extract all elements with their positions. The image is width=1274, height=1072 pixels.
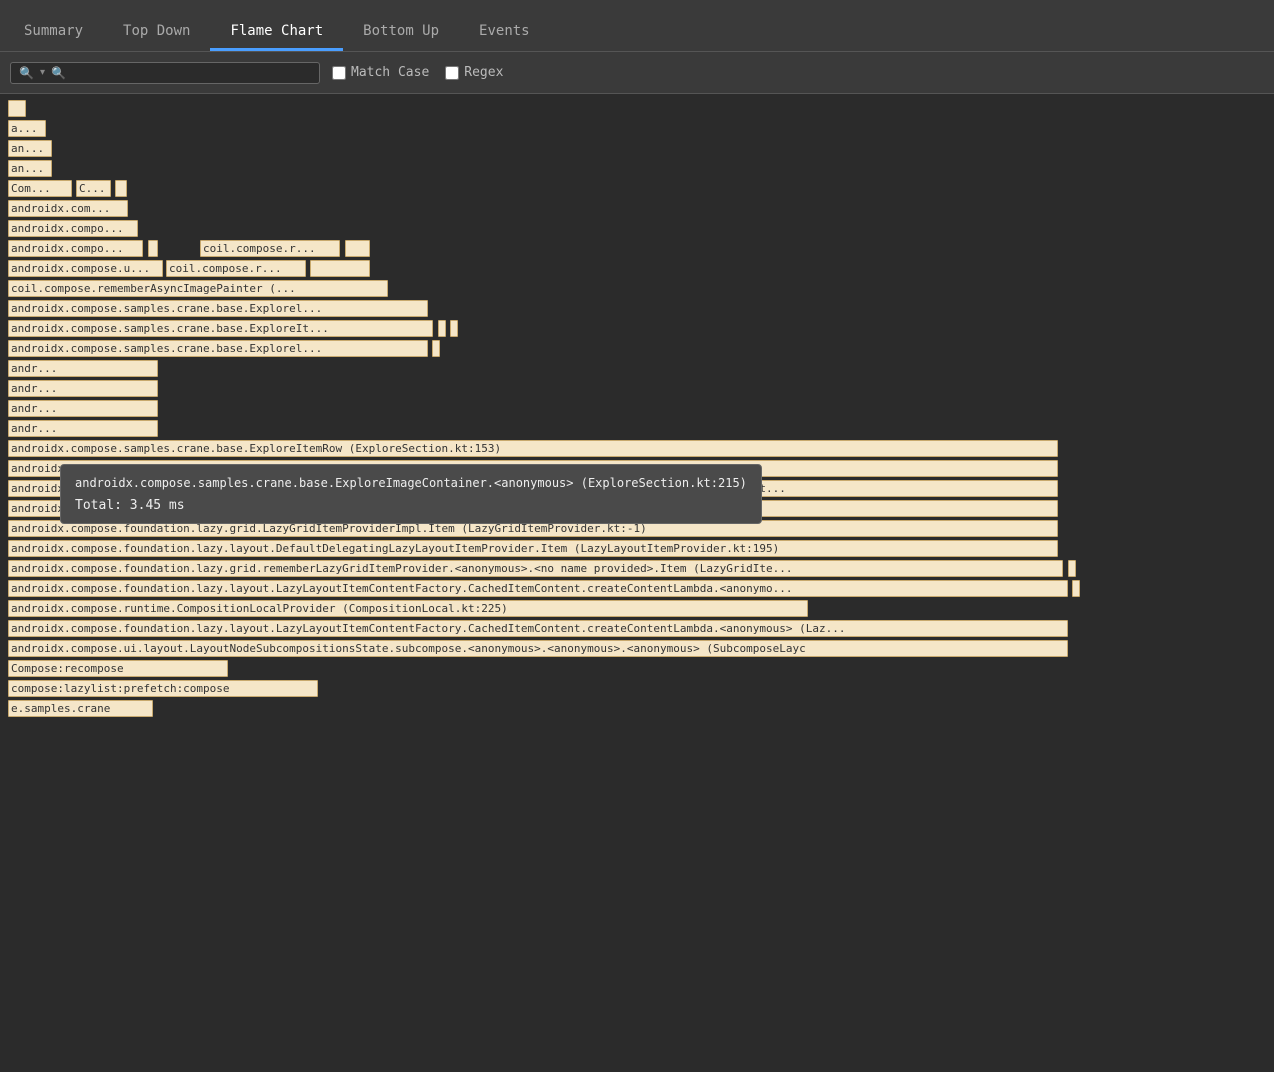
flame-row: andr... <box>0 400 1274 419</box>
flame-row: a... <box>0 120 1274 139</box>
flame-block[interactable]: e.samples.crane <box>8 700 153 717</box>
flame-block[interactable] <box>115 180 127 197</box>
search-input[interactable] <box>51 66 311 80</box>
flame-block[interactable]: androidx.compose.samples.crane.base.Expl… <box>8 320 433 337</box>
flame-block[interactable]: coil.compose.r... <box>200 240 340 257</box>
flame-block[interactable]: androidx.compose.foundation.lazy.grid.it… <box>8 460 1058 477</box>
flame-row: androidx.compose.samples.crane.base.Expl… <box>0 300 1274 319</box>
tab-top-down[interactable]: Top Down <box>103 13 210 51</box>
flame-row: androidx.compose.foundation.lazy.layout.… <box>0 580 1274 599</box>
flame-block[interactable]: androidx.compo... <box>8 220 138 237</box>
flame-block[interactable]: androidx.compose.runtime.CompositionLoca… <box>8 600 808 617</box>
regex-option[interactable]: Regex <box>445 65 503 80</box>
regex-label: Regex <box>464 65 503 80</box>
tab-flame-chart[interactable]: Flame Chart <box>210 13 343 51</box>
search-icon: 🔍 <box>19 66 34 80</box>
flame-row: androidx.compose.ui.layout.LayoutNodeSub… <box>0 640 1274 659</box>
flame-block[interactable]: coil.compose.rememberAsyncImagePainter (… <box>8 280 388 297</box>
flame-block[interactable]: an... <box>8 160 52 177</box>
flame-block[interactable]: androidx.compose.u... <box>8 260 163 277</box>
flame-block[interactable] <box>1068 560 1076 577</box>
flame-row: androidx.compose.foundation.lazy.layout.… <box>0 620 1274 639</box>
flame-row: androidx.compose.foundation.lazy.grid.La… <box>0 520 1274 539</box>
search-input-wrap: 🔍 ▾ <box>10 62 320 84</box>
flame-row: androidx.compose.samples.crane.base.Expl… <box>0 340 1274 359</box>
flame-row: androidx.com... <box>0 200 1274 219</box>
flame-row: Com...C... <box>0 180 1274 199</box>
flame-block[interactable]: androidx.compose.foundation.lazy.grid.La… <box>8 520 1058 537</box>
flame-row: an... <box>0 160 1274 179</box>
flame-block[interactable]: andr... <box>8 380 158 397</box>
flame-block[interactable]: androidx.compose.samples.crane.base.Expl… <box>8 440 1058 457</box>
flame-block[interactable]: compose:lazylist:prefetch:compose <box>8 680 318 697</box>
tabs-bar: Summary Top Down Flame Chart Bottom Up E… <box>0 0 1274 52</box>
tab-bottom-up[interactable]: Bottom Up <box>343 13 459 51</box>
flame-block[interactable] <box>1072 580 1080 597</box>
flame-row: androidx.compose.samples.crane.base.Expl… <box>0 320 1274 339</box>
flame-row: Compose:recompose <box>0 660 1274 679</box>
flame-block[interactable]: andr... <box>8 400 158 417</box>
flame-row: an... <box>0 140 1274 159</box>
flame-chart-area: a...an...an...Com...C...androidx.com...a… <box>0 94 1274 1072</box>
flame-block[interactable]: androidx.compose.foundation.lazy.grid.re… <box>8 560 1063 577</box>
flame-row <box>0 100 1274 119</box>
flame-row: androidx.compose.foundation.lazy.grid.Co… <box>0 480 1274 499</box>
regex-checkbox[interactable] <box>445 66 459 80</box>
flame-block[interactable]: an... <box>8 140 52 157</box>
flame-block[interactable] <box>8 100 26 117</box>
flame-row: e.samples.crane <box>0 700 1274 719</box>
flame-block[interactable] <box>148 240 158 257</box>
flame-block[interactable]: androidx.compose.foundation.lazy.layout.… <box>8 500 1058 517</box>
flame-block[interactable]: androidx.compose.samples.crane.base.Expl… <box>8 300 428 317</box>
flame-block[interactable] <box>345 240 370 257</box>
flame-row: androidx.compose.foundation.lazy.layout.… <box>0 540 1274 559</box>
flame-row: andr... <box>0 420 1274 439</box>
flame-block[interactable]: andr... <box>8 420 158 437</box>
match-case-label: Match Case <box>351 65 429 80</box>
flame-row: compose:lazylist:prefetch:compose <box>0 680 1274 699</box>
flame-block[interactable]: androidx.compose.samples.crane.base.Expl… <box>8 340 428 357</box>
flame-block[interactable]: androidx.compose.foundation.lazy.grid.Co… <box>8 480 1058 497</box>
flame-block[interactable] <box>432 340 440 357</box>
flame-block[interactable]: androidx.compose.foundation.lazy.layout.… <box>8 580 1068 597</box>
flame-block[interactable] <box>310 260 370 277</box>
search-bar: 🔍 ▾ Match Case Regex <box>0 52 1274 94</box>
flame-block[interactable]: C... <box>76 180 111 197</box>
filter-options: Match Case Regex <box>332 65 503 80</box>
flame-row: androidx.compose.runtime.CompositionLoca… <box>0 600 1274 619</box>
flame-row: androidx.compose.foundation.lazy.grid.it… <box>0 460 1274 479</box>
flame-block[interactable]: Compose:recompose <box>8 660 228 677</box>
tab-events[interactable]: Events <box>459 13 550 51</box>
flame-block[interactable]: andr... <box>8 360 158 377</box>
flame-row: andr... <box>0 380 1274 399</box>
flame-row: coil.compose.rememberAsyncImagePainter (… <box>0 280 1274 299</box>
flame-block[interactable]: androidx.compo... <box>8 240 143 257</box>
flame-block[interactable] <box>450 320 458 337</box>
flame-row: androidx.compo... <box>0 220 1274 239</box>
flame-block[interactable]: androidx.compose.foundation.lazy.layout.… <box>8 540 1058 557</box>
flame-row: andr... <box>0 360 1274 379</box>
flame-row: androidx.compose.u...coil.compose.r... <box>0 260 1274 279</box>
flame-block[interactable]: Com... <box>8 180 72 197</box>
flame-block[interactable]: androidx.compose.foundation.lazy.layout.… <box>8 620 1068 637</box>
flame-row: androidx.compose.foundation.lazy.grid.re… <box>0 560 1274 579</box>
flame-block[interactable]: androidx.com... <box>8 200 128 217</box>
tab-summary[interactable]: Summary <box>4 13 103 51</box>
search-filter-button[interactable]: ▾ <box>38 67 47 78</box>
flame-block[interactable]: androidx.compose.ui.layout.LayoutNodeSub… <box>8 640 1068 657</box>
flame-row: androidx.compose.foundation.lazy.layout.… <box>0 500 1274 519</box>
flame-row: androidx.compo... coil.compose.r... <box>0 240 1274 259</box>
flame-block[interactable] <box>438 320 446 337</box>
flame-row: androidx.compose.samples.crane.base.Expl… <box>0 440 1274 459</box>
match-case-checkbox[interactable] <box>332 66 346 80</box>
match-case-option[interactable]: Match Case <box>332 65 429 80</box>
flame-block[interactable]: coil.compose.r... <box>166 260 306 277</box>
flame-block[interactable]: a... <box>8 120 46 137</box>
